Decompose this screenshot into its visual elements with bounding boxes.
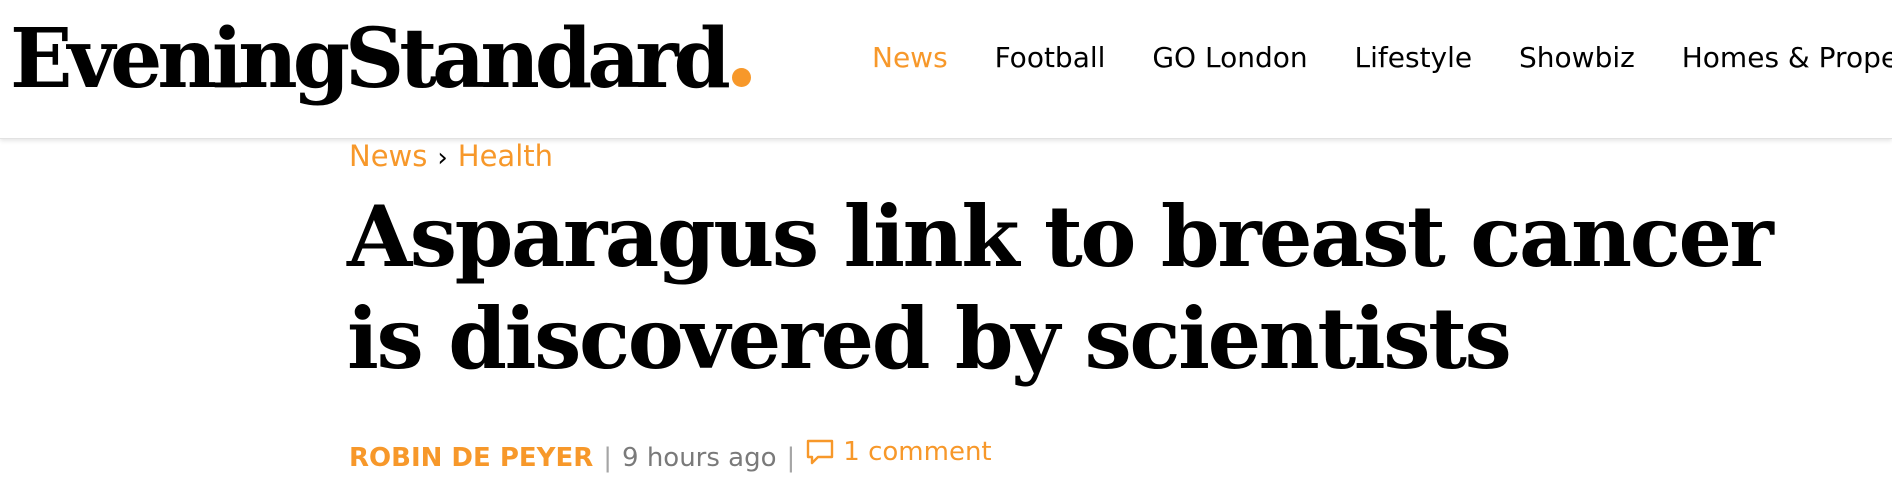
nav-item-lifestyle[interactable]: Lifestyle [1355, 38, 1473, 78]
logo-text: EveningStandard [10, 11, 731, 107]
article-byline: ROBIN DE PEYER | 9 hours ago | 1 comment [349, 432, 992, 478]
breadcrumb-health[interactable]: Health [458, 139, 553, 173]
logo-dot [731, 68, 751, 87]
byline-separator: | [603, 443, 613, 473]
nav-item-homes-property[interactable]: Homes & Property [1682, 38, 1892, 78]
nav-item-football[interactable]: Football [995, 38, 1106, 78]
nav-item-news[interactable]: News [872, 38, 948, 78]
comment-bubble-icon [807, 439, 834, 465]
nav-item-go-london[interactable]: GO London [1152, 38, 1307, 78]
byline-separator-2: | [786, 443, 796, 473]
comments-link[interactable]: 1 comment [805, 432, 992, 472]
nav-item-showbiz[interactable]: Showbiz [1519, 38, 1635, 78]
article-headline: Asparagus link to breast cancer is disco… [347, 187, 1774, 388]
author-link[interactable]: ROBIN DE PEYER [349, 443, 593, 473]
breadcrumb-news[interactable]: News [349, 139, 427, 173]
breadcrumb: News › Health [349, 136, 553, 178]
site-logo[interactable]: EveningStandard [10, 4, 751, 114]
publish-time: 9 hours ago [622, 443, 777, 473]
comments-count: 1 comment [843, 437, 992, 467]
breadcrumb-separator: › [437, 143, 448, 173]
main-nav: News Football GO London Lifestyle Showbi… [872, 38, 1892, 78]
site-header: EveningStandard News Football GO London … [0, 0, 1892, 139]
